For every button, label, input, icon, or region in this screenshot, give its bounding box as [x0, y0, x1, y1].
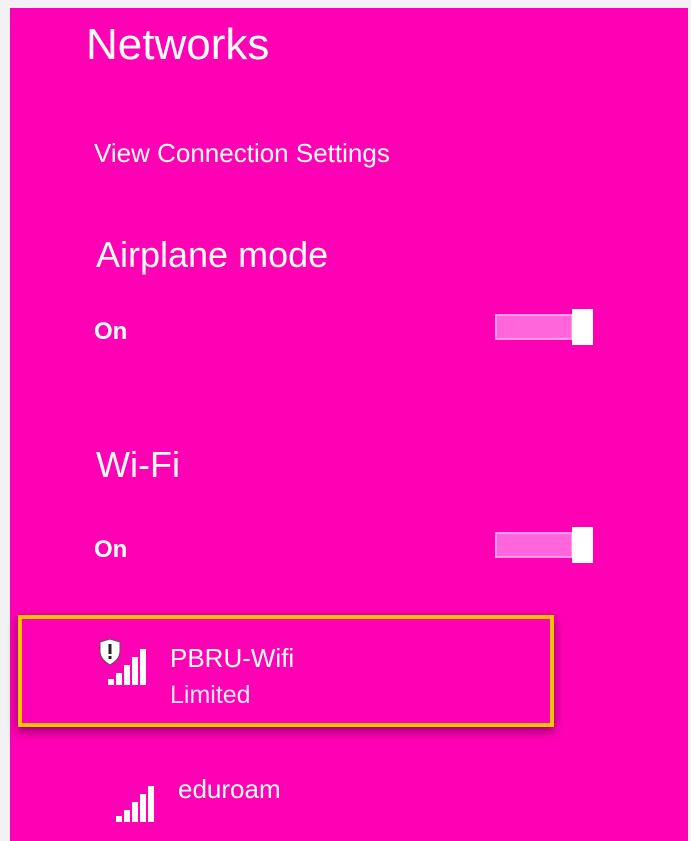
network-item-eduroam[interactable]: eduroam — [18, 758, 554, 838]
airplane-mode-heading: Airplane mode — [96, 234, 329, 275]
toggle-track — [495, 314, 573, 340]
network-name: PBRU-Wifi — [170, 643, 295, 673]
network-name: eduroam — [178, 774, 281, 804]
toggle-track — [495, 532, 573, 558]
signal-bars-icon — [116, 786, 154, 822]
page-title: Networks — [86, 20, 270, 69]
airplane-mode-toggle[interactable] — [495, 309, 595, 345]
toggle-thumb[interactable] — [572, 527, 593, 563]
toggle-thumb[interactable] — [572, 309, 593, 345]
wifi-toggle[interactable] — [495, 527, 595, 563]
networks-panel: Networks View Connection Settings Airpla… — [10, 8, 688, 841]
signal-bars-with-warning-shield-icon — [99, 639, 146, 685]
wifi-heading: Wi-Fi — [96, 444, 180, 485]
airplane-mode-state-label: On — [94, 318, 128, 345]
network-status: Limited — [170, 681, 251, 709]
view-connection-settings-link[interactable]: View Connection Settings — [94, 138, 390, 169]
wifi-state-label: On — [94, 536, 128, 563]
network-item-pbru-wifi[interactable]: PBRU-Wifi Limited — [18, 615, 554, 727]
